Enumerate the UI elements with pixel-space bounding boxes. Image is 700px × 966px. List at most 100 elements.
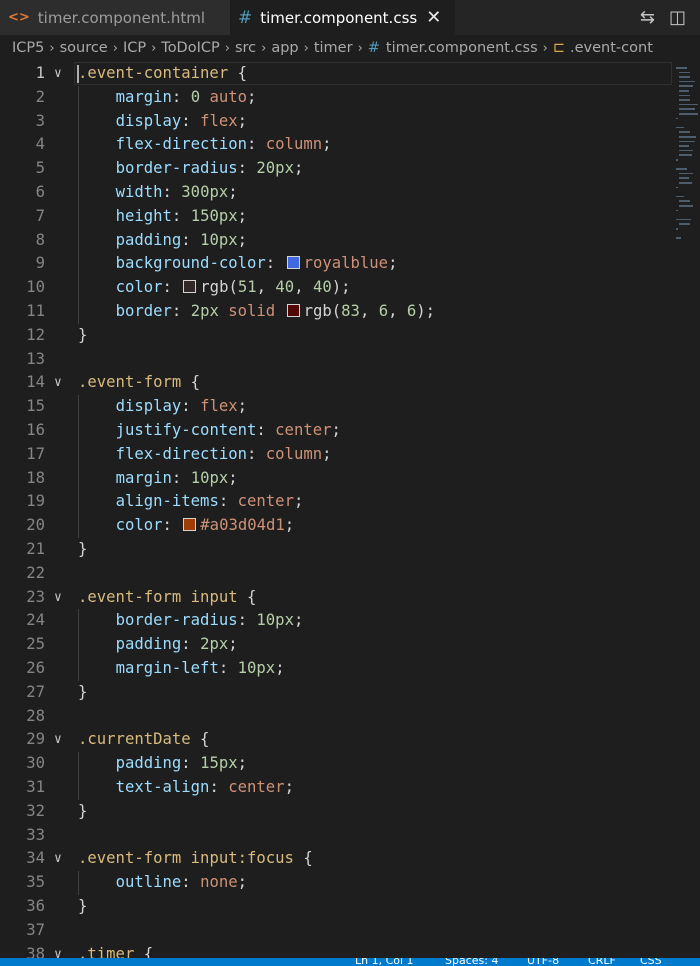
- minimap-line: [679, 131, 690, 133]
- code-line[interactable]: 6 width: 300px;: [0, 181, 670, 205]
- code-line[interactable]: 3 display: flex;: [0, 110, 670, 134]
- tab-bar: <> timer.component.html # timer.componen…: [0, 0, 700, 35]
- breadcrumb-item-timer[interactable]: timer: [314, 40, 353, 56]
- status-language[interactable]: CSS: [640, 958, 662, 966]
- code-line[interactable]: 18 margin: 10px;: [0, 467, 670, 491]
- code-line[interactable]: 25 padding: 2px;: [0, 633, 670, 657]
- tab-timer-component-css[interactable]: # timer.component.css ✕: [230, 0, 455, 35]
- code-line[interactable]: 8 padding: 10px;: [0, 229, 670, 253]
- close-icon[interactable]: ✕: [426, 7, 441, 28]
- code-line[interactable]: 10 color: rgb(51, 40, 40);: [0, 276, 670, 300]
- code-line[interactable]: 35 outline: none;: [0, 871, 670, 895]
- fold-chevron-icon[interactable]: ∨: [54, 728, 62, 752]
- breadcrumb-item-app[interactable]: app: [271, 40, 298, 56]
- minimap-line: [679, 71, 691, 74]
- code-line[interactable]: 22: [0, 562, 670, 586]
- code-line[interactable]: 15 display: flex;: [0, 395, 670, 419]
- chevron-right-icon: ›: [261, 40, 267, 56]
- minimap-line: [679, 200, 690, 202]
- code-text: align-items: center;: [78, 490, 304, 514]
- split-editor-icon[interactable]: ◫: [669, 7, 686, 28]
- code-token: :: [256, 421, 276, 439]
- status-eol[interactable]: CRLF: [588, 958, 616, 966]
- code-line[interactable]: 9 background-color: royalblue;: [0, 252, 670, 276]
- code-line[interactable]: 17 flex-direction: column;: [0, 443, 670, 467]
- code-token: );: [416, 302, 436, 320]
- breadcrumb: ICP5 › source › ICP › ToDoICP › src › app › timer › # t…: [0, 35, 700, 61]
- code-line[interactable]: 16 justify-content: center;: [0, 419, 670, 443]
- code-text: display: flex;: [78, 395, 247, 419]
- code-line[interactable]: 14 ∨ .event-form {: [0, 371, 670, 395]
- breadcrumb-item-icp5[interactable]: ICP5: [12, 40, 44, 56]
- code-line[interactable]: 21}: [0, 538, 670, 562]
- code-token: :: [265, 254, 285, 273]
- tab-timer-component-html[interactable]: <> timer.component.html: [0, 0, 230, 35]
- code-token: 20px: [256, 159, 294, 178]
- breadcrumb-item-todoicp[interactable]: ToDoICP: [161, 40, 219, 56]
- code-line[interactable]: 27}: [0, 681, 670, 705]
- code-line[interactable]: 23 ∨ .event-form input {: [0, 586, 670, 610]
- fold-chevron-icon[interactable]: ∨: [54, 847, 62, 871]
- code-token: :: [171, 302, 191, 320]
- code-line[interactable]: 12}: [0, 324, 670, 348]
- code-token: 10px: [200, 230, 238, 249]
- breadcrumb-item-source[interactable]: source: [60, 40, 108, 56]
- minimap-line: [676, 209, 678, 212]
- status-indentation[interactable]: Spaces: 4: [445, 958, 498, 966]
- code-token: ;: [237, 230, 248, 249]
- code-line[interactable]: 19 align-items: center;: [0, 490, 670, 514]
- code-line[interactable]: 7 height: 150px;: [0, 205, 670, 229]
- fold-chevron-icon[interactable]: ∨: [54, 371, 62, 395]
- code-line[interactable]: 4 flex-direction: column;: [0, 133, 670, 157]
- code-token: :: [181, 111, 201, 130]
- breadcrumb-item-file[interactable]: timer.component.css: [386, 40, 538, 56]
- code-line[interactable]: 34 ∨ .event-form input:focus {: [0, 847, 670, 871]
- color-swatch[interactable]: [183, 280, 197, 294]
- code-line[interactable]: 26 margin-left: 10px;: [0, 657, 670, 681]
- code-line[interactable]: 37: [0, 919, 670, 943]
- line-number: 2: [35, 87, 45, 106]
- code-text: }: [78, 324, 87, 348]
- code-line[interactable]: 24 border-radius: 10px;: [0, 609, 670, 633]
- minimap-line: [676, 186, 678, 189]
- color-swatch[interactable]: [183, 518, 197, 532]
- code-editor[interactable]: 1 ∨ .event-container {2 margin: 0 auto; 3 d…: [0, 61, 700, 963]
- code-token: {: [190, 730, 210, 749]
- code-token: ,: [256, 278, 276, 297]
- color-swatch[interactable]: [286, 304, 300, 317]
- breadcrumb-item-symbol[interactable]: .event-cont: [570, 40, 653, 56]
- code-line[interactable]: 29 ∨ .currentDate {: [0, 728, 670, 752]
- code-line[interactable]: 2 margin: 0 auto;: [0, 86, 670, 110]
- code-line[interactable]: 30 padding: 15px;: [0, 752, 670, 776]
- line-number: 34: [26, 849, 45, 868]
- fold-chevron-icon[interactable]: ∨: [54, 62, 62, 86]
- code-token: :: [162, 516, 182, 535]
- code-line[interactable]: 31 text-align: center;: [0, 776, 670, 800]
- code-line[interactable]: 11 border: 2px solid rgb(83, 6, 6);: [0, 300, 670, 324]
- code-line[interactable]: 33: [0, 824, 670, 848]
- compare-changes-icon[interactable]: ⇆: [640, 7, 655, 28]
- fold-chevron-icon[interactable]: ∨: [54, 586, 62, 610]
- code-line[interactable]: 13: [0, 348, 670, 372]
- breadcrumb-item-icp[interactable]: ICP: [123, 40, 146, 56]
- minimap-line: [676, 218, 691, 221]
- status-encoding[interactable]: UTF-8: [527, 958, 559, 966]
- code-token: ;: [237, 754, 248, 773]
- line-number: 1: [35, 64, 45, 82]
- minimap-line: [679, 223, 690, 225]
- code-line[interactable]: 32}: [0, 800, 670, 824]
- code-line[interactable]: 28: [0, 705, 670, 729]
- code-line[interactable]: 36}: [0, 895, 670, 919]
- line-number: 9: [35, 254, 45, 273]
- minimap[interactable]: [672, 61, 700, 958]
- code-line[interactable]: 5 border-radius: 20px;: [0, 157, 670, 181]
- status-cursor-position[interactable]: Ln 1, Col 1: [355, 958, 414, 966]
- color-swatch[interactable]: [286, 256, 300, 270]
- code-line[interactable]: 20 color: #a03d04d1;: [0, 514, 670, 538]
- code-line[interactable]: 1 ∨ .event-container {: [0, 62, 672, 86]
- breadcrumb-item-src[interactable]: src: [235, 40, 256, 56]
- minimap-line: [679, 205, 693, 207]
